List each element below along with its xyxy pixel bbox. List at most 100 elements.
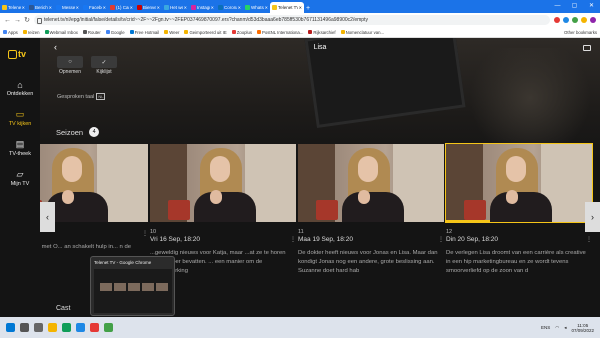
browser-tab[interactable]: Coronavi✕ [216,2,243,13]
bookmark-item[interactable]: Webmail Inbox [44,30,78,35]
reload-icon[interactable]: ↻ [24,16,30,24]
bookmark-item[interactable]: Nomenclatuur van... [340,30,384,35]
bookmark-item[interactable]: Geimporteerd uit IE [184,30,227,35]
sidebar-item[interactable]: ▭ TV kijken [0,109,40,127]
close-tab-icon[interactable]: ✕ [238,5,241,10]
browser-tab[interactable]: Bienvenu✕ [135,2,162,13]
more-options-icon[interactable]: ⋮ [290,236,296,243]
close-tab-icon[interactable]: ✕ [184,5,187,10]
extension-icon[interactable] [563,17,569,23]
logo-icon [8,49,17,59]
language-badge: NL [96,93,106,100]
bookmark-icon [231,30,236,34]
close-tab-icon[interactable]: ✕ [265,5,268,10]
app-icon[interactable] [90,323,99,332]
bookmark-item[interactable]: Apps [3,30,18,35]
favicon-icon [56,5,61,10]
episode-card[interactable]: 11 Maa 19 Sep, 18:20 ⋮ De dokter heeft nieu… [298,144,444,276]
air-date: Din 20 Sep, 18:20 [446,236,499,243]
back-nav-icon[interactable]: ← [4,17,11,24]
extension-icons [554,17,596,23]
sidebar-item[interactable]: ▤ TV-theek [0,139,40,157]
episode-thumbnail[interactable] [445,143,593,223]
close-icon[interactable]: ✕ [583,0,600,13]
scroll-right-button[interactable]: › [585,202,600,232]
watch-progress [446,220,490,222]
spotify-icon[interactable] [104,323,113,332]
favicon-icon [2,5,7,10]
volume-icon[interactable]: ◂ [564,325,566,331]
wifi-icon[interactable]: ◠ [555,325,559,331]
tray-language[interactable]: ENS [541,325,550,330]
bookmark-item[interactable]: Rijksarchief [308,30,336,35]
chrome-icon[interactable] [62,323,71,332]
bookmark-item[interactable]: Weer [164,30,179,35]
start-icon[interactable] [6,323,15,332]
episode-description: De dokter heeft nieuws voor Jonas en Lis… [298,250,438,274]
bookmark-item[interactable]: Zooplus [231,30,252,35]
bookmark-icon [340,30,345,34]
favicon-icon [83,5,88,10]
taskbar-preview[interactable]: Telenet TV - Google Chrome [90,256,175,316]
episode-card[interactable]: 12 Din 20 Sep, 18:20 ⋮ De verlegen Lisa dro… [445,143,593,276]
action-button[interactable]: ✓ Kijklijst [91,56,117,75]
browser-tab[interactable]: Instagram✕ [189,2,216,13]
scroll-left-button[interactable]: ‹ [40,202,55,232]
close-tab-icon[interactable]: ✕ [130,5,133,10]
more-options-icon[interactable]: ⋮ [586,236,592,243]
season-number-badge[interactable]: 4 [89,127,100,137]
action-button[interactable]: ○ Opnemen [57,56,83,75]
profile-avatar[interactable] [590,17,596,23]
episode-number: 12 [446,229,453,235]
bookmarks-bar: Apps reizen Webmail Inbox Router Google Free … [0,27,600,38]
bookmark-item[interactable]: PostNL Internationa... [257,30,303,35]
favicon-icon [245,5,250,10]
close-tab-icon[interactable]: ✕ [103,5,106,10]
episode-thumbnail[interactable] [150,144,296,222]
search-icon[interactable] [20,323,29,332]
browser-tab[interactable]: Facebook✕ [81,2,108,13]
preview-thumbnail [94,269,172,313]
window-controls: — ▢ ✕ [549,0,600,13]
clock[interactable]: 11:05 07/09/2022 [571,323,594,333]
sidebar-item[interactable]: ▱ Mijn TV [0,169,40,187]
close-tab-icon[interactable]: ✕ [211,5,214,10]
folder-icon: ▱ [16,169,24,179]
close-tab-icon[interactable]: ✕ [22,5,25,10]
other-bookmarks[interactable]: Other bookmarks [564,30,597,35]
episode-number: 11 [298,229,304,235]
new-tab-button[interactable]: + [304,5,312,12]
bookmark-item[interactable]: Router [82,30,101,35]
more-options-icon[interactable]: ⋮ [142,230,148,237]
more-options-icon[interactable]: ⋮ [438,236,444,243]
browser-tab[interactable]: Het weer✕ [162,2,189,13]
close-tab-icon[interactable]: ✕ [76,5,79,10]
task-view-icon[interactable] [34,323,43,332]
browser-tab[interactable]: (1) Cancl✕ [108,2,135,13]
extension-icon[interactable] [572,17,578,23]
browser-tab[interactable]: WhatsAp✕ [243,2,270,13]
browser-tab[interactable]: Messeng✕ [54,2,81,13]
bookmark-icon [308,30,313,34]
bookmark-item[interactable]: Free Hotmail [129,30,159,35]
edge-icon[interactable] [76,323,85,332]
browser-tab[interactable]: Telenet TV ✕ [270,2,304,13]
url-field[interactable]: telenet.tv/nl/epg/initial/false/details/… [34,15,550,25]
minimize-icon[interactable]: — [549,0,566,13]
extension-icon[interactable] [581,17,587,23]
close-tab-icon[interactable]: ✕ [157,5,160,10]
cast-icon[interactable] [583,45,591,51]
close-tab-icon[interactable]: ✕ [49,5,52,10]
bookmark-item[interactable]: reizen [22,30,40,35]
episode-thumbnail[interactable] [298,144,444,222]
forward-nav-icon[interactable]: → [14,17,21,24]
file-explorer-icon[interactable] [48,323,57,332]
telenet-logo[interactable]: tv [8,49,26,59]
close-tab-icon[interactable]: ✕ [299,5,302,10]
sidebar-item[interactable]: ⌂ Ontdekken [0,80,40,98]
browser-tab[interactable]: Bericht |✕ [27,2,54,13]
browser-tab[interactable]: Telenet |✕ [0,2,27,13]
maximize-icon[interactable]: ▢ [566,0,583,13]
bookmark-item[interactable]: Google [105,30,125,35]
extension-icon[interactable] [554,17,560,23]
